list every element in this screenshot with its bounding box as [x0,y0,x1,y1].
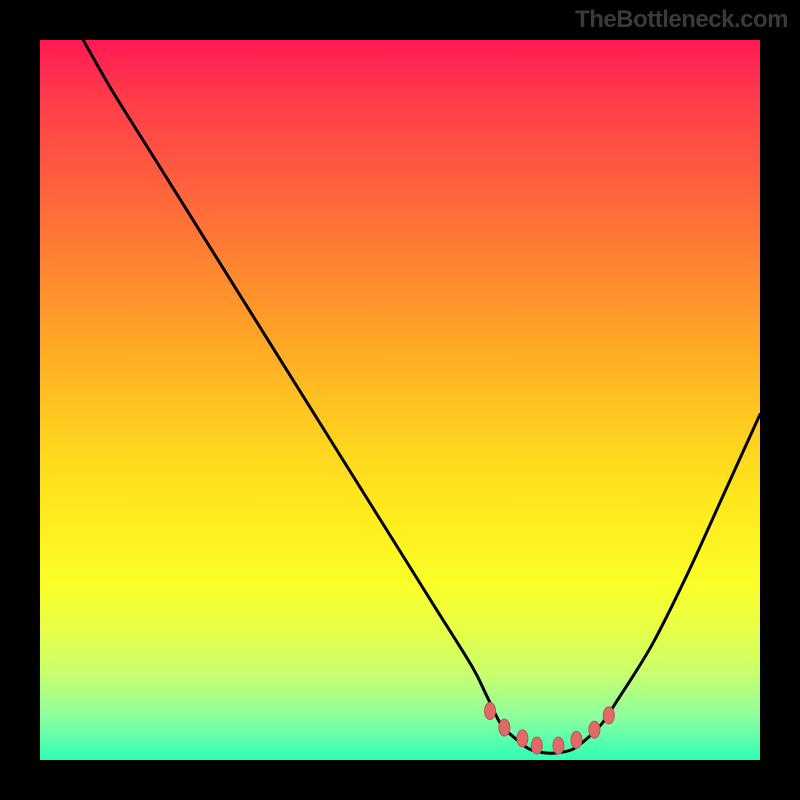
chart-curve-layer [40,40,760,760]
marker-dot [571,731,582,748]
marker-dot [485,703,496,720]
bottleneck-curve [83,40,760,753]
marker-dot [589,721,600,738]
marker-dot [517,730,528,747]
marker-dot [531,737,542,754]
marker-dot [553,737,564,754]
marker-dot [499,719,510,736]
bottleneck-markers [485,703,615,755]
watermark-text: TheBottleneck.com [575,6,788,34]
marker-dot [603,707,614,724]
